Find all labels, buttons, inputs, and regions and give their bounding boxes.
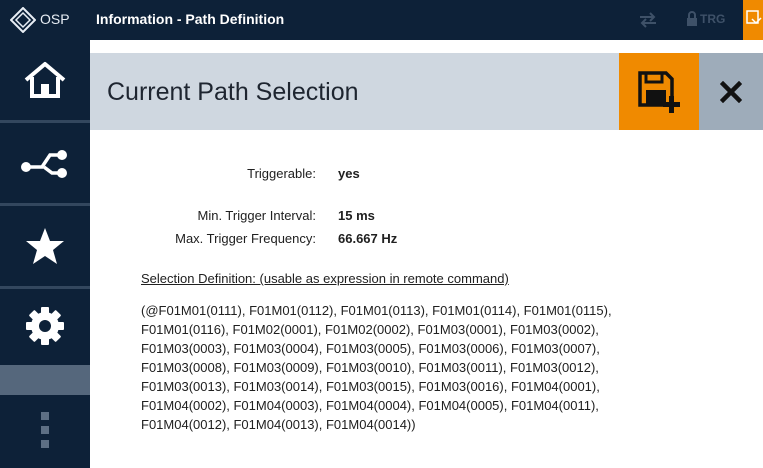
- expression-line: F01M03(0003), F01M03(0004), F01M03(0005)…: [141, 341, 600, 356]
- max-trigger-frequency-value: 66.667 Hz: [338, 231, 398, 246]
- selection-expression: (@F01M01(0111), F01M01(0112), F01M01(011…: [141, 301, 741, 434]
- expression-line: F01M03(0013), F01M03(0014), F01M03(0015)…: [141, 379, 600, 394]
- star-icon: [26, 228, 64, 264]
- max-trigger-frequency-label: Max. Trigger Frequency:: [175, 231, 316, 246]
- trg-indicator: TRG: [700, 12, 726, 26]
- min-trigger-interval-label: Min. Trigger Interval:: [197, 208, 317, 223]
- expression-line: (@F01M01(0111), F01M01(0112), F01M01(011…: [141, 303, 612, 318]
- close-icon: [720, 80, 742, 103]
- expression-line: F01M03(0008), F01M03(0009), F01M03(0010)…: [141, 360, 599, 375]
- selection-definition-heading: Selection Definition: (usable as express…: [141, 271, 509, 286]
- sidebar-item-settings[interactable]: [0, 286, 90, 366]
- triggerable-value: yes: [338, 166, 360, 181]
- save-add-icon: [638, 70, 680, 113]
- title-bar: OSP Information - Path Definition TRG: [0, 0, 763, 40]
- corner-icon: [746, 10, 762, 25]
- expression-line: F01M04(0012), F01M04(0013), F01M04(0014)…: [141, 417, 416, 432]
- gear-icon: [26, 307, 64, 345]
- sidebar: [0, 40, 90, 468]
- lock-icon: [687, 11, 697, 26]
- sidebar-item-favorites[interactable]: [0, 206, 90, 286]
- path-icon: [21, 150, 67, 178]
- window-title: Information - Path Definition: [96, 11, 285, 27]
- min-trigger-interval-value: 15 ms: [338, 208, 375, 223]
- sidebar-item-home[interactable]: [0, 40, 90, 120]
- home-icon: [24, 62, 66, 98]
- more-dots-icon: [41, 412, 49, 448]
- rs-logo-icon: [10, 7, 36, 33]
- page-title: Current Path Selection: [107, 78, 359, 106]
- brand-label: OSP: [40, 11, 70, 27]
- expression-line: F01M01(0116), F01M02(0001), F01M02(0002)…: [141, 322, 599, 337]
- sidebar-item-more[interactable]: [0, 390, 90, 468]
- sidebar-item-path[interactable]: [0, 123, 90, 203]
- triggerable-label: Triggerable:: [247, 166, 316, 181]
- swap-arrows-icon: [640, 12, 656, 28]
- expression-line: F01M04(0002), F01M04(0003), F01M04(0004)…: [141, 398, 599, 413]
- close-button[interactable]: [699, 53, 763, 130]
- page-header: Current Path Selection: [90, 53, 763, 130]
- status-corner[interactable]: [743, 0, 763, 40]
- save-path-button[interactable]: [619, 53, 699, 130]
